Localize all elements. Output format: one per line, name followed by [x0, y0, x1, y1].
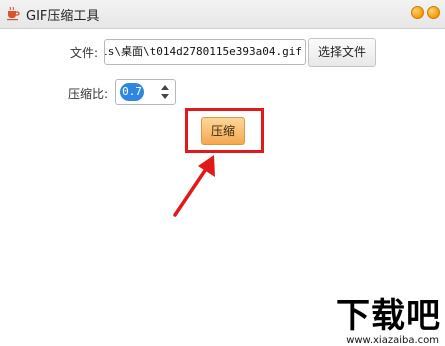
- choose-file-button[interactable]: 选择文件: [308, 38, 376, 67]
- file-label: 文件:: [70, 46, 99, 60]
- watermark: 下载吧 www.xiazaiba.com: [305, 288, 445, 346]
- coffee-cup-icon: [7, 6, 20, 21]
- red-arrow-annotation: [173, 155, 215, 217]
- close-icon[interactable]: [427, 6, 440, 19]
- file-path-value: ools\桌面\t014d2780115e393a04.gif: [104, 45, 302, 58]
- title-bar: GIF压缩工具: [0, 0, 445, 29]
- ratio-spinner[interactable]: 0.7: [115, 79, 176, 105]
- ratio-value[interactable]: 0.7: [120, 83, 144, 101]
- watermark-logo: 下载吧: [336, 296, 441, 336]
- minimize-icon[interactable]: [411, 6, 424, 19]
- file-path-input[interactable]: ools\桌面\t014d2780115e393a04.gif: [104, 39, 306, 65]
- watermark-url: www.xiazaiba.com: [346, 335, 439, 346]
- ratio-label: 压缩比:: [68, 87, 109, 101]
- compress-button[interactable]: 压缩: [201, 117, 245, 145]
- spinner-arrows-icon[interactable]: [159, 83, 171, 101]
- window-title: GIF压缩工具: [26, 9, 100, 24]
